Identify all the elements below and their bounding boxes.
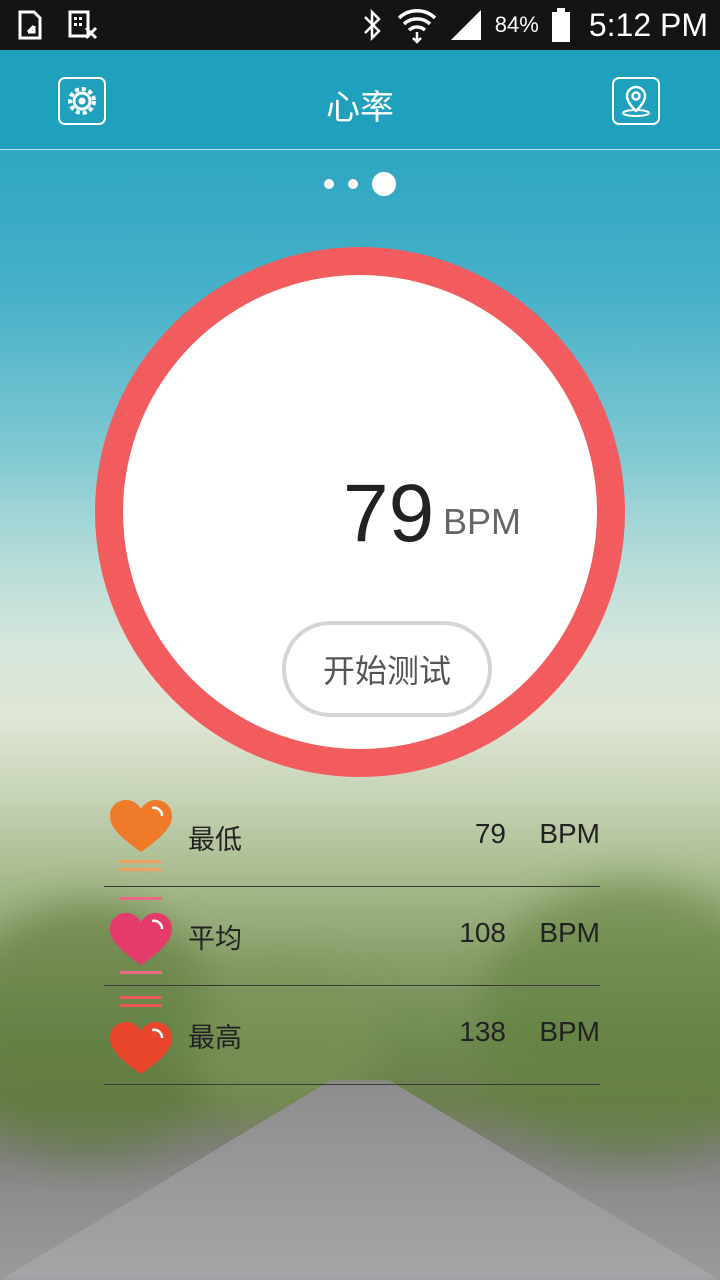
heart-rate-ring: 79 BPM 开始测试 xyxy=(95,247,625,777)
storage-off-icon xyxy=(68,10,98,40)
stat-unit: BPM xyxy=(539,917,600,948)
location-pin-icon xyxy=(622,85,650,117)
stat-label: 平均 xyxy=(188,924,242,955)
page-dot[interactable] xyxy=(348,179,358,189)
stat-row-min: 最低 79 BPM xyxy=(104,788,600,887)
wifi-icon xyxy=(397,9,436,44)
stat-label: 最低 xyxy=(188,825,242,856)
current-bpm-unit: BPM xyxy=(443,501,522,542)
battery-icon xyxy=(551,8,570,42)
stats-list: 最低 79 BPM 平均 108 BPM 最高 138 BPM xyxy=(104,788,600,1085)
page-dot[interactable] xyxy=(324,179,334,189)
heart-rate-screen: 84% 5:12 PM 心率 79 BPM 开始测试 最低 79 BPM 平均 … xyxy=(0,0,720,1280)
heart-rate-dial: 79 BPM 开始测试 xyxy=(123,275,597,749)
stat-value: 108 xyxy=(459,917,506,948)
page-indicator xyxy=(0,172,720,196)
start-test-button[interactable]: 开始测试 xyxy=(282,621,492,717)
stat-row-average: 平均 108 BPM xyxy=(104,887,600,986)
signal-icon xyxy=(450,10,481,40)
heart-low-icon xyxy=(110,800,172,871)
stat-unit: BPM xyxy=(539,1016,600,1047)
stat-value: 79 xyxy=(474,818,506,849)
page-dot-active[interactable] xyxy=(372,172,396,196)
stat-label: 最高 xyxy=(188,1023,242,1054)
current-bpm-value: 79 xyxy=(343,468,435,559)
sim-transfer-icon xyxy=(18,10,42,40)
clock: 5:12 PM xyxy=(588,6,708,43)
battery-percent: 84% xyxy=(494,12,539,37)
heart-average-icon xyxy=(110,897,172,974)
heart-high-icon xyxy=(110,996,172,1074)
stat-value: 138 xyxy=(459,1016,506,1047)
location-button[interactable] xyxy=(612,77,660,125)
app-header: 心率 xyxy=(0,50,720,150)
status-bar: 84% 5:12 PM xyxy=(0,0,720,50)
stat-unit: BPM xyxy=(539,818,600,849)
bluetooth-icon xyxy=(363,8,381,42)
stat-row-max: 最高 138 BPM xyxy=(104,986,600,1085)
